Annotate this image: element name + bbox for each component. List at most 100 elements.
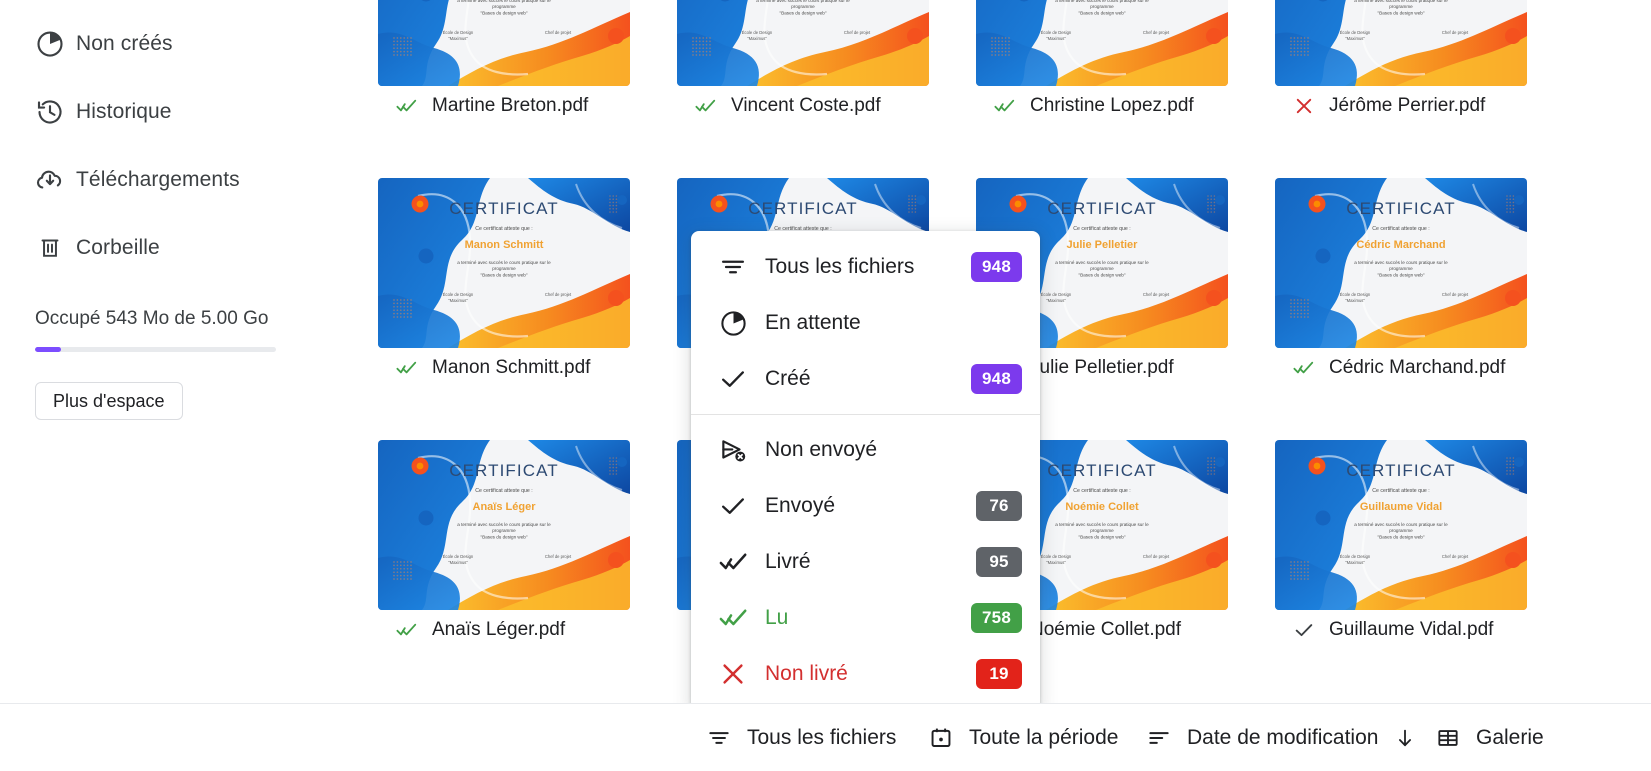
svg-text:"Bases du design web": "Bases du design web" [1378,535,1425,540]
svg-text:"Maximus": "Maximus" [1046,560,1066,565]
file-name: Christine Lopez.pdf [1030,95,1194,116]
bottom-toolbar: Tous les fichiers Toute la période Date … [0,703,1651,771]
filter-menu-item-tous-les-fichiers[interactable]: Tous les fichiers 948 [691,239,1040,295]
svg-text:programme: programme [1389,4,1413,9]
bottom-view-gallery[interactable]: Galerie [1435,704,1544,771]
svg-text:programme: programme [492,528,516,533]
svg-text:programme: programme [492,266,516,271]
send-blocked-icon [719,436,765,465]
file-name: Noémie Collet.pdf [1030,619,1182,640]
certificate-preview: CERTIFICAT Ce certificat atteste que : G… [1275,440,1527,610]
history-clock-icon [24,97,76,127]
pie-pending-icon [719,309,765,338]
sidebar-item-non-crees[interactable]: Non créés [24,17,324,71]
file-thumbnail[interactable]: CERTIFICAT Ce certificat atteste que : G… [1275,440,1527,610]
svg-text:Ce certificat atteste que :: Ce certificat atteste que : [475,226,532,232]
svg-text:programme: programme [1090,528,1114,533]
svg-text:Chef de projet: Chef de projet [844,30,871,35]
file-thumbnail[interactable]: CERTIFICAT Ce certificat atteste que : M… [378,178,630,348]
storage-progress-fill [35,347,61,352]
svg-text:Chef de projet: Chef de projet [545,292,572,297]
bottom-filter-all-files-label: Tous les fichiers [747,725,897,749]
file-name: Vincent Coste.pdf [731,95,881,116]
filter-menu-item-non-livr[interactable]: Non livré 19 [691,646,1040,702]
certificate-preview: CERTIFICAT Ce certificat atteste que : J… [1275,0,1527,86]
file-card[interactable]: CERTIFICAT Ce certificat atteste que : C… [976,0,1228,126]
bottom-filter-period[interactable]: Toute la période [928,704,1118,771]
double-check-green-icon [396,619,418,641]
filter-menu-item-non-envoy[interactable]: Non envoyé [691,422,1040,478]
filter-dropdown-menu[interactable]: Tous les fichiers 948 En attente Créé 948 … [691,231,1040,710]
file-thumbnail[interactable]: CERTIFICAT Ce certificat atteste que : A… [378,440,630,610]
file-thumbnail[interactable]: CERTIFICAT Ce certificat atteste que : J… [1275,0,1527,86]
svg-text:Cédric Marchand: Cédric Marchand [1356,239,1445,251]
file-card[interactable]: CERTIFICAT Ce certificat atteste que : G… [1275,440,1527,650]
svg-text:programme: programme [791,4,815,9]
file-card[interactable]: CERTIFICAT Ce certificat atteste que : A… [378,440,630,650]
file-name: Cédric Marchand.pdf [1329,357,1506,378]
svg-text:École de Design: École de Design [1041,554,1072,559]
file-name: Martine Breton.pdf [432,95,589,116]
sidebar-item-telechargements[interactable]: Téléchargements [24,153,324,207]
filter-lines-icon [719,253,765,281]
bottom-filter-all-files[interactable]: Tous les fichiers [706,704,896,771]
svg-text:École de Design: École de Design [1340,292,1371,297]
svg-text:a terminé avec succès le cours: a terminé avec succès le cours pratique … [1354,522,1448,527]
bottom-view-gallery-label: Galerie [1476,725,1544,749]
calendar-icon [928,725,954,751]
more-space-button[interactable]: Plus d'espace [35,382,183,420]
svg-text:a terminé avec succès le cours: a terminé avec succès le cours pratique … [756,0,850,3]
svg-text:CERTIFICAT: CERTIFICAT [1047,199,1157,218]
file-name: Julie Pelletier.pdf [1030,357,1174,378]
file-thumbnail[interactable]: CERTIFICAT Ce certificat atteste que : M… [378,0,630,86]
filter-menu-item-cr[interactable]: Créé 948 [691,351,1040,407]
filter-menu-item-en-attente[interactable]: En attente [691,295,1040,351]
cross-red-icon [1293,95,1315,117]
svg-text:"Maximus": "Maximus" [448,298,468,303]
svg-text:École de Design: École de Design [742,30,773,35]
filter-menu-item-envoy[interactable]: Envoyé 76 [691,478,1040,534]
filter-menu-item-lu[interactable]: Lu 758 [691,590,1040,646]
svg-text:Ce certificat atteste que :: Ce certificat atteste que : [1073,488,1130,494]
file-card[interactable]: CERTIFICAT Ce certificat atteste que : V… [677,0,929,126]
bottom-sort-modification-date[interactable]: Date de modification [1146,704,1417,771]
sidebar-item-historique[interactable]: Historique [24,85,324,139]
file-thumbnail[interactable]: CERTIFICAT Ce certificat atteste que : C… [1275,178,1527,348]
filter-menu-item-badge: 76 [976,491,1022,521]
svg-text:a terminé avec succès le cours: a terminé avec succès le cours pratique … [1354,260,1448,265]
svg-text:Chef de projet: Chef de projet [1442,554,1469,559]
filter-menu-item-livr[interactable]: Livré 95 [691,534,1040,590]
certificate-preview: CERTIFICAT Ce certificat atteste que : A… [378,440,630,610]
filter-menu-item-label: Non envoyé [765,438,878,461]
svg-text:Manon Schmitt: Manon Schmitt [465,239,544,251]
svg-text:"Maximus": "Maximus" [448,36,468,41]
storage-usage-text: Occupé 543 Mo de 5.00 Go [35,308,269,329]
svg-text:"Bases du design web": "Bases du design web" [1079,273,1126,278]
sidebar-item-corbeille[interactable]: Corbeille [24,221,324,275]
check-icon [719,492,765,520]
file-name: Jérôme Perrier.pdf [1329,95,1486,116]
svg-text:Chef de projet: Chef de projet [1143,292,1170,297]
file-label-row: Cédric Marchand.pdf [1275,348,1527,388]
file-card[interactable]: CERTIFICAT Ce certificat atteste que : C… [1275,178,1527,388]
check-icon [719,365,765,393]
svg-text:Ce certificat atteste que :: Ce certificat atteste que : [1073,226,1130,232]
svg-text:"Bases du design web": "Bases du design web" [1079,535,1126,540]
filter-menu-item-label: Livré [765,550,811,573]
file-card[interactable]: CERTIFICAT Ce certificat atteste que : M… [378,0,630,126]
file-card[interactable]: CERTIFICAT Ce certificat atteste que : J… [1275,0,1527,126]
bottom-filter-period-label: Toute la période [969,725,1119,749]
file-thumbnail[interactable]: CERTIFICAT Ce certificat atteste que : V… [677,0,929,86]
file-label-row: Guillaume Vidal.pdf [1275,610,1527,650]
svg-text:Chef de projet: Chef de projet [545,554,572,559]
svg-text:CERTIFICAT: CERTIFICAT [449,199,559,218]
svg-text:"Maximus": "Maximus" [448,560,468,565]
svg-text:École de Design: École de Design [443,292,474,297]
svg-text:"Bases du design web": "Bases du design web" [1079,11,1126,16]
file-thumbnail[interactable]: CERTIFICAT Ce certificat atteste que : C… [976,0,1228,86]
svg-text:"Maximus": "Maximus" [1345,36,1365,41]
file-name: Manon Schmitt.pdf [432,357,591,378]
filter-menu-item-badge: 95 [976,547,1022,577]
file-card[interactable]: CERTIFICAT Ce certificat atteste que : M… [378,178,630,388]
svg-text:"Maximus": "Maximus" [1046,298,1066,303]
